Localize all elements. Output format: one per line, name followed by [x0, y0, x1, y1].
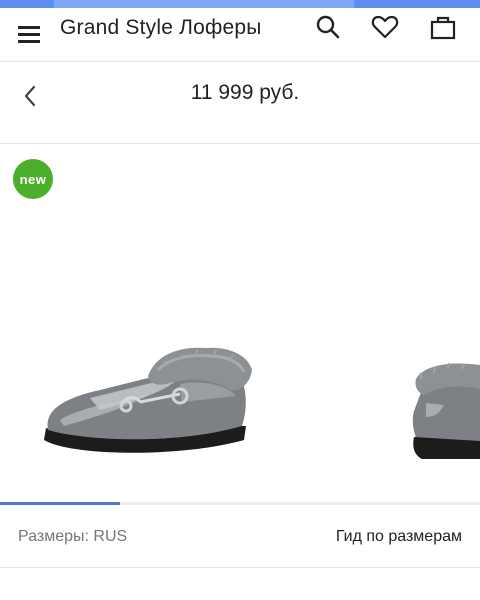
app-header: Grand Style Лоферы: [0, 0, 480, 62]
search-icon[interactable]: [313, 12, 343, 42]
bag-icon[interactable]: [428, 12, 458, 42]
menu-icon[interactable]: [18, 24, 42, 44]
product-image-main[interactable]: [30, 340, 270, 470]
sizes-row: Размеры: RUS Гид по размерам: [0, 505, 480, 568]
product-image-next[interactable]: [400, 355, 480, 465]
page-title: Grand Style Лоферы: [60, 16, 262, 39]
header-card: Grand Style Лоферы: [0, 8, 480, 62]
price-row: 11 999 руб.: [0, 62, 480, 144]
product-price: 11 999 руб.: [190, 81, 300, 104]
heart-icon[interactable]: [370, 12, 400, 42]
size-guide-link[interactable]: Гид по размерам: [336, 528, 462, 546]
product-gallery[interactable]: new: [0, 145, 480, 505]
sizes-label: Размеры: RUS: [18, 528, 128, 545]
new-badge: new: [13, 159, 53, 199]
